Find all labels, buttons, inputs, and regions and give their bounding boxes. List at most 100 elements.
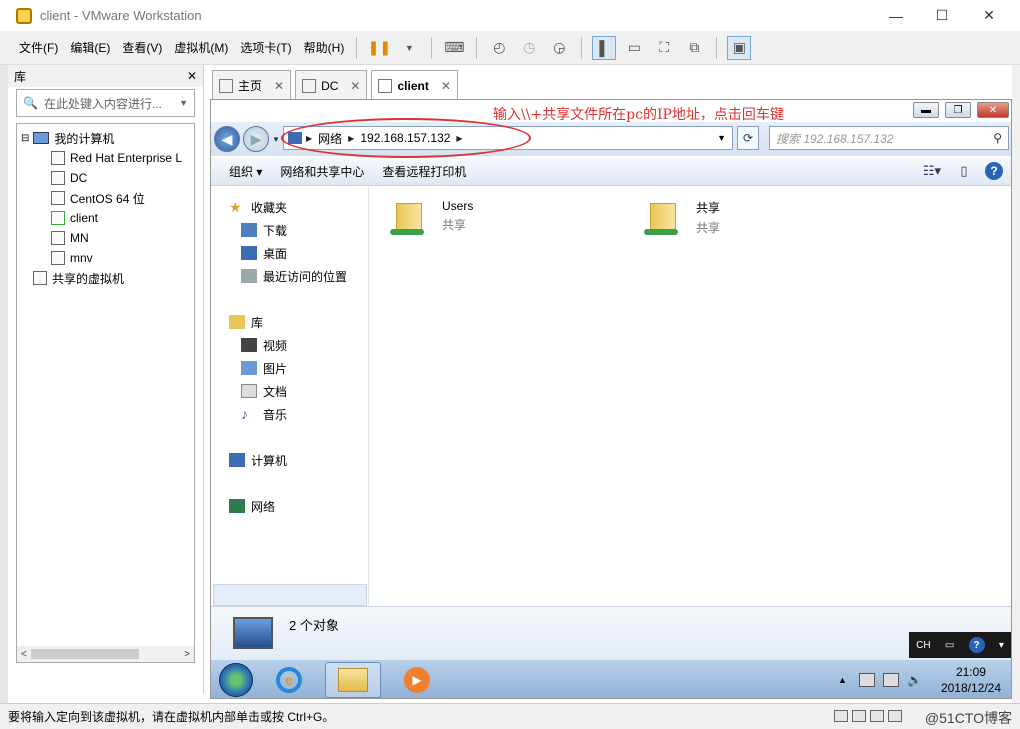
- cd-icon[interactable]: [852, 710, 866, 722]
- console-view-icon[interactable]: ▣: [727, 35, 752, 60]
- menu-file[interactable]: 文件(F): [14, 39, 63, 56]
- snapshot-manager-icon[interactable]: ◶: [547, 36, 571, 60]
- start-button[interactable]: [219, 663, 253, 697]
- refresh-icon[interactable]: ⟳: [737, 126, 759, 150]
- pause-icon[interactable]: ❚❚: [367, 36, 391, 60]
- share-item[interactable]: 共享 共享: [644, 197, 720, 236]
- language-indicator[interactable]: CH: [916, 640, 930, 651]
- library-close-icon[interactable]: ✕: [187, 69, 197, 83]
- tree-item-shared-vms[interactable]: 共享的虚拟机: [17, 268, 194, 288]
- snapshot-icon[interactable]: ◴: [487, 36, 511, 60]
- forward-icon[interactable]: ▶: [243, 126, 269, 152]
- nav-label: 音乐: [263, 407, 288, 422]
- preview-pane-icon[interactable]: ▯: [953, 160, 975, 182]
- nav-desktop[interactable]: 桌面: [241, 243, 287, 263]
- history-dropdown-icon[interactable]: ▼: [272, 135, 280, 144]
- taskbar-explorer[interactable]: [325, 662, 381, 698]
- guest-screen[interactable]: ▬ ❐ ✕ 输入\\+共享文件所在pc的IP地址，点击回车键 ◀ ▶ ▼ ▶ 网…: [210, 99, 1012, 699]
- tab-close-icon[interactable]: ✕: [350, 79, 360, 93]
- star-icon: ★: [229, 199, 242, 215]
- close-button[interactable]: ✕: [966, 0, 1012, 31]
- menu-view[interactable]: 查看(V): [117, 39, 167, 56]
- address-dropdown-icon[interactable]: ▼: [717, 133, 726, 143]
- nav-favorites[interactable]: ★ 收藏夹: [229, 197, 287, 217]
- tab-close-icon[interactable]: ✕: [441, 79, 451, 93]
- usb-icon[interactable]: [888, 710, 902, 722]
- share-item[interactable]: Users 共享: [390, 197, 473, 235]
- taskbar-media-player[interactable]: ▶: [389, 662, 445, 698]
- nav-pictures[interactable]: 图片: [241, 358, 287, 378]
- vm-icon: [302, 78, 317, 93]
- tree-item-vm[interactable]: MN: [17, 228, 194, 248]
- network-sharing-center-button[interactable]: 网络和共享中心: [280, 163, 364, 180]
- chevron-down-icon[interactable]: ▼: [397, 36, 421, 60]
- nav-videos[interactable]: 视频: [241, 335, 287, 355]
- tab-close-icon[interactable]: ✕: [274, 79, 284, 93]
- view-remote-printers-button[interactable]: 查看远程打印机: [382, 163, 466, 180]
- send-keys-icon[interactable]: ⌨: [442, 36, 466, 60]
- taskbar-ie[interactable]: e: [261, 662, 317, 698]
- network-adapter-icon[interactable]: [870, 710, 884, 722]
- hdd-icon[interactable]: [834, 710, 848, 722]
- organize-menu[interactable]: 组织 ▾: [229, 163, 262, 180]
- tab-home[interactable]: 主页 ✕: [212, 70, 292, 100]
- maximize-button[interactable]: ☐: [919, 0, 965, 31]
- thumbnail-bar-icon[interactable]: ▭: [622, 36, 646, 60]
- explorer-maximize-button[interactable]: ❐: [945, 102, 971, 118]
- tree-item-vm[interactable]: mnv: [17, 248, 194, 268]
- menu-tabs[interactable]: 选项卡(T): [235, 39, 296, 56]
- nav-recent-places[interactable]: 最近访问的位置: [241, 266, 347, 286]
- view-options-icon[interactable]: ☷▾: [921, 160, 943, 182]
- nav-music[interactable]: ♪ 音乐: [241, 404, 287, 424]
- explorer-content: Users 共享 共享 共享: [370, 187, 1011, 605]
- toolbar-separator: [476, 36, 478, 59]
- chevron-down-icon[interactable]: ▼: [179, 98, 188, 108]
- nav-documents[interactable]: 文档: [241, 381, 287, 401]
- nav-label: 计算机: [251, 453, 288, 468]
- library-search-input[interactable]: 🔍 在此处键入内容进行... ▼: [16, 89, 195, 117]
- nav-downloads[interactable]: 下载: [241, 220, 287, 240]
- back-icon[interactable]: ◀: [214, 126, 240, 152]
- volume-icon[interactable]: 🔈: [907, 673, 923, 687]
- vm-icon: [51, 231, 65, 245]
- fullscreen-icon[interactable]: ⛶: [652, 36, 676, 60]
- scrollbar-thumb[interactable]: [31, 649, 139, 659]
- network-status-icon[interactable]: [882, 673, 899, 687]
- menu-vm[interactable]: 虚拟机(M): [169, 39, 233, 56]
- tab-dc[interactable]: DC ✕: [295, 70, 368, 100]
- explorer-search-input[interactable]: 搜索 192.168.157.132 ⚲: [769, 126, 1009, 150]
- language-bar[interactable]: CH ▭ ? ▾: [909, 632, 1011, 658]
- help-icon[interactable]: ?: [968, 637, 985, 653]
- show-hidden-icons-icon[interactable]: ▲: [838, 675, 847, 685]
- music-icon: ♪: [241, 406, 248, 422]
- tree-item-vm[interactable]: Red Hat Enterprise L: [17, 148, 194, 168]
- show-library-icon[interactable]: ▌: [592, 35, 617, 60]
- window-edge: [0, 65, 8, 703]
- revert-snapshot-icon[interactable]: ◷: [517, 36, 541, 60]
- collapse-icon[interactable]: ⊟: [21, 133, 29, 144]
- minimize-button[interactable]: —: [873, 0, 919, 31]
- scroll-right-icon[interactable]: >: [184, 649, 190, 660]
- nav-computer[interactable]: 计算机: [229, 450, 287, 470]
- share-name: Users: [442, 199, 474, 213]
- nav-libraries[interactable]: 库: [229, 312, 263, 332]
- chevron-down-icon[interactable]: ▾: [999, 640, 1004, 651]
- scroll-left-icon[interactable]: <: [21, 649, 27, 660]
- explorer-close-button[interactable]: ✕: [977, 102, 1009, 118]
- action-center-icon[interactable]: [858, 673, 875, 687]
- menu-edit[interactable]: 编辑(E): [65, 39, 115, 56]
- tree-item-vm[interactable]: CentOS 64 位: [17, 188, 194, 208]
- nav-network[interactable]: 网络: [229, 496, 275, 516]
- tree-item-vm[interactable]: client: [17, 208, 194, 228]
- unity-icon[interactable]: ⧉: [682, 36, 706, 60]
- help-icon[interactable]: ?: [985, 162, 1003, 180]
- horizontal-scrollbar[interactable]: < >: [17, 646, 194, 662]
- tree-item-vm[interactable]: DC: [17, 168, 194, 188]
- search-icon[interactable]: ⚲: [993, 131, 1002, 145]
- keyboard-icon[interactable]: ▭: [945, 640, 954, 651]
- explorer-minimize-button[interactable]: ▬: [913, 102, 939, 118]
- tree-item-my-computer[interactable]: ⊟ 我的计算机: [17, 128, 194, 148]
- menu-help[interactable]: 帮助(H): [299, 39, 350, 56]
- tab-client[interactable]: client ✕: [371, 70, 458, 100]
- clock[interactable]: 21:09 2018/12/24: [941, 664, 1001, 696]
